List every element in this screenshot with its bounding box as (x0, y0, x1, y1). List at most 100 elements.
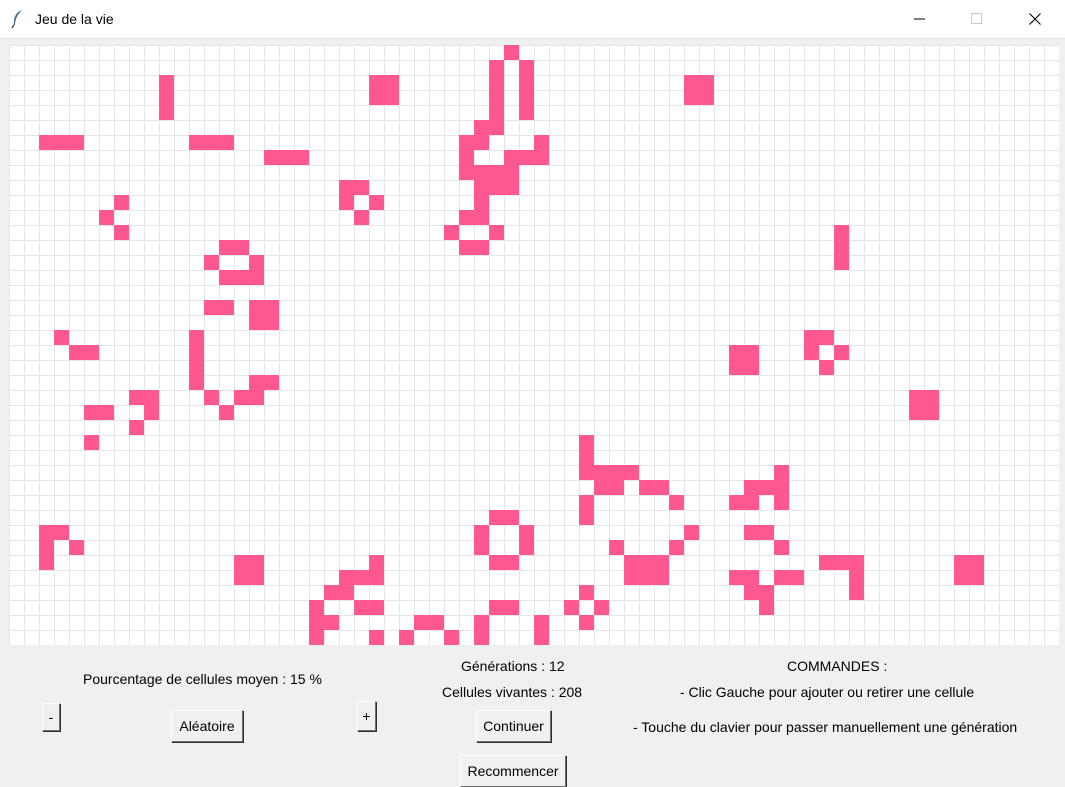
live-cell[interactable] (474, 195, 489, 210)
live-cell[interactable] (264, 150, 279, 165)
live-cell[interactable] (639, 570, 654, 585)
live-cell[interactable] (744, 495, 759, 510)
live-cell[interactable] (579, 465, 594, 480)
live-cell[interactable] (609, 540, 624, 555)
live-cell[interactable] (489, 75, 504, 90)
live-cell[interactable] (264, 300, 279, 315)
live-cell[interactable] (534, 615, 549, 630)
live-cell[interactable] (534, 630, 549, 645)
live-cell[interactable] (819, 555, 834, 570)
maximize-button[interactable] (954, 0, 1000, 38)
live-cell[interactable] (579, 615, 594, 630)
live-cell[interactable] (444, 630, 459, 645)
live-cell[interactable] (399, 630, 414, 645)
live-cell[interactable] (519, 75, 534, 90)
live-cell[interactable] (684, 90, 699, 105)
live-cell[interactable] (579, 585, 594, 600)
live-cell[interactable] (534, 150, 549, 165)
live-cell[interactable] (474, 210, 489, 225)
live-cell[interactable] (474, 135, 489, 150)
live-cell[interactable] (774, 480, 789, 495)
live-cell[interactable] (609, 480, 624, 495)
live-cell[interactable] (759, 525, 774, 540)
live-cell[interactable] (654, 555, 669, 570)
live-cell[interactable] (489, 105, 504, 120)
live-cell[interactable] (234, 270, 249, 285)
close-button[interactable] (1012, 0, 1058, 38)
live-cell[interactable] (69, 540, 84, 555)
live-cell[interactable] (189, 375, 204, 390)
live-cell[interactable] (384, 75, 399, 90)
live-cell[interactable] (84, 345, 99, 360)
live-cell[interactable] (249, 300, 264, 315)
live-cell[interactable] (849, 585, 864, 600)
live-cell[interactable] (489, 60, 504, 75)
live-cell[interactable] (624, 465, 639, 480)
live-cell[interactable] (384, 90, 399, 105)
live-cell[interactable] (369, 630, 384, 645)
live-cell[interactable] (354, 600, 369, 615)
live-cell[interactable] (609, 465, 624, 480)
live-cell[interactable] (339, 195, 354, 210)
live-cell[interactable] (474, 240, 489, 255)
live-cell[interactable] (249, 255, 264, 270)
live-cell[interactable] (219, 240, 234, 255)
live-cell[interactable] (159, 105, 174, 120)
live-cell[interactable] (189, 135, 204, 150)
live-cell[interactable] (204, 255, 219, 270)
live-cell[interactable] (339, 570, 354, 585)
live-cell[interactable] (219, 405, 234, 420)
live-cell[interactable] (54, 330, 69, 345)
live-cell[interactable] (834, 345, 849, 360)
live-cell[interactable] (189, 345, 204, 360)
live-cell[interactable] (504, 510, 519, 525)
live-cell[interactable] (39, 525, 54, 540)
live-cell[interactable] (264, 375, 279, 390)
live-cell[interactable] (444, 225, 459, 240)
live-cell[interactable] (99, 210, 114, 225)
live-cell[interactable] (459, 210, 474, 225)
live-cell[interactable] (924, 390, 939, 405)
live-cell[interactable] (414, 615, 429, 630)
live-cell[interactable] (774, 570, 789, 585)
live-cell[interactable] (489, 120, 504, 135)
live-cell[interactable] (924, 405, 939, 420)
live-cell[interactable] (489, 555, 504, 570)
live-cell[interactable] (219, 270, 234, 285)
live-cell[interactable] (114, 195, 129, 210)
live-cell[interactable] (909, 390, 924, 405)
live-cell[interactable] (474, 525, 489, 540)
continue-button[interactable]: Continuer (476, 710, 551, 742)
live-cell[interactable] (474, 615, 489, 630)
live-cell[interactable] (324, 585, 339, 600)
live-cell[interactable] (129, 420, 144, 435)
live-cell[interactable] (114, 225, 129, 240)
live-cell[interactable] (249, 315, 264, 330)
live-cell[interactable] (909, 405, 924, 420)
live-cell[interactable] (459, 240, 474, 255)
live-cell[interactable] (804, 345, 819, 360)
live-cell[interactable] (309, 630, 324, 645)
live-cell[interactable] (579, 510, 594, 525)
live-cell[interactable] (369, 75, 384, 90)
live-cell[interactable] (729, 360, 744, 375)
live-cell[interactable] (264, 315, 279, 330)
live-cell[interactable] (954, 570, 969, 585)
live-cell[interactable] (834, 240, 849, 255)
live-cell[interactable] (579, 450, 594, 465)
live-cell[interactable] (519, 105, 534, 120)
live-cell[interactable] (819, 330, 834, 345)
live-cell[interactable] (294, 150, 309, 165)
random-button[interactable]: Aléatoire (171, 710, 243, 742)
live-cell[interactable] (474, 630, 489, 645)
life-grid-canvas[interactable] (9, 45, 1059, 645)
live-cell[interactable] (669, 540, 684, 555)
live-cell[interactable] (654, 480, 669, 495)
live-cell[interactable] (504, 180, 519, 195)
live-cell[interactable] (789, 570, 804, 585)
live-cell[interactable] (639, 555, 654, 570)
live-cell[interactable] (54, 135, 69, 150)
live-cell[interactable] (249, 555, 264, 570)
live-cell[interactable] (504, 555, 519, 570)
live-cell[interactable] (759, 480, 774, 495)
